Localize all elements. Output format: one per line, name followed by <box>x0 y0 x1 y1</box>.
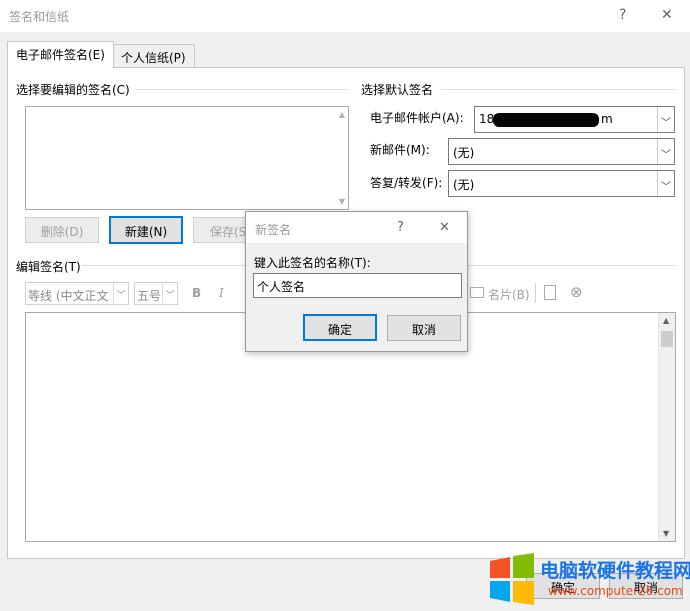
new-message-select[interactable]: (无) ﹀ <box>448 138 675 165</box>
reply-forward-label: 答复/转发(F): <box>370 176 443 190</box>
signature-name-value: 个人签名 <box>257 280 306 294</box>
email-account-select[interactable]: 18 m ﹀ <box>474 106 675 133</box>
font-size-select[interactable]: 五号 ﹀ <box>134 282 178 305</box>
bold-button[interactable]: B <box>192 286 201 300</box>
delete-button[interactable]: 删除(D) <box>25 217 99 243</box>
chevron-down-icon[interactable]: ﹀ <box>113 283 128 304</box>
dialog-title-bar: 新签名 ? ✕ <box>246 212 467 243</box>
dialog-ok-button[interactable]: 确定 <box>303 314 377 341</box>
watermark-title: 电脑软硬件教程网 <box>540 560 690 582</box>
title-bar: 签名和信纸 ? ✕ <box>0 0 690 32</box>
window-title: 签名和信纸 <box>9 10 70 24</box>
edit-signature-heading: 编辑签名(T) <box>16 260 81 274</box>
redacted-mark <box>493 113 599 127</box>
font-name-value: 等线 (中文正文 <box>28 289 109 303</box>
divider <box>441 89 675 90</box>
divider <box>135 89 347 90</box>
business-card-icon <box>470 287 484 298</box>
tab-email-signature[interactable]: 电子邮件签名(E) <box>7 41 114 68</box>
chevron-down-icon[interactable]: ﹀ <box>657 139 674 164</box>
vertical-scrollbar[interactable]: ▲ ▼ <box>658 313 675 541</box>
close-button[interactable]: ✕ <box>661 7 673 23</box>
new-message-label: 新邮件(M): <box>370 143 430 157</box>
scroll-up-icon[interactable]: ▲ <box>663 316 669 325</box>
chevron-down-icon[interactable]: ﹀ <box>657 171 674 196</box>
picture-icon[interactable] <box>544 285 556 300</box>
dialog-cancel-button[interactable]: 取消 <box>387 315 461 341</box>
signature-name-input[interactable]: 个人签名 <box>253 273 462 298</box>
windows-logo-icon <box>488 553 536 605</box>
dialog-title: 新签名 <box>255 223 292 237</box>
dialog-close-button[interactable]: ✕ <box>439 220 450 235</box>
new-button[interactable]: 新建(N) <box>109 216 183 244</box>
scroll-up-icon[interactable]: ▲ <box>339 110 345 119</box>
reply-forward-select[interactable]: (无) ﹀ <box>448 170 675 197</box>
select-signature-heading: 选择要编辑的签名(C) <box>16 83 130 97</box>
business-card-button[interactable]: 名片(B) <box>488 286 530 303</box>
scroll-down-icon[interactable]: ▼ <box>663 529 669 538</box>
divider <box>535 283 536 303</box>
email-account-value: 18 <box>479 112 495 126</box>
dialog-help-button[interactable]: ? <box>397 220 404 235</box>
email-account-label: 电子邮件帐户(A): <box>370 111 464 125</box>
email-account-suffix: m <box>601 112 613 126</box>
font-name-select[interactable]: 等线 (中文正文 ﹀ <box>25 282 129 305</box>
hyperlink-icon[interactable]: ⊗ <box>570 283 583 301</box>
help-button[interactable]: ? <box>619 7 626 23</box>
watermark-url: www.computer26.com <box>548 584 683 598</box>
save-button[interactable]: 保存(S <box>193 217 253 243</box>
new-message-value: (无) <box>453 146 475 160</box>
chevron-down-icon[interactable]: ﹀ <box>162 283 177 304</box>
italic-button[interactable]: I <box>219 286 224 300</box>
scroll-down-icon[interactable]: ▼ <box>339 197 345 206</box>
font-size-value: 五号 <box>137 289 162 303</box>
tab-personal-stationery[interactable]: 个人信纸(P) <box>112 44 195 68</box>
chevron-down-icon[interactable]: ﹀ <box>657 107 674 132</box>
reply-forward-value: (无) <box>453 178 475 192</box>
signature-list[interactable]: ▲ ▼ <box>25 106 349 210</box>
scrollbar-thumb[interactable] <box>661 331 673 347</box>
new-signature-dialog: 新签名 ? ✕ 键入此签名的名称(T): 个人签名 确定 取消 <box>245 211 468 352</box>
default-signature-heading: 选择默认签名 <box>361 83 434 97</box>
signature-name-label: 键入此签名的名称(T): <box>254 256 371 270</box>
